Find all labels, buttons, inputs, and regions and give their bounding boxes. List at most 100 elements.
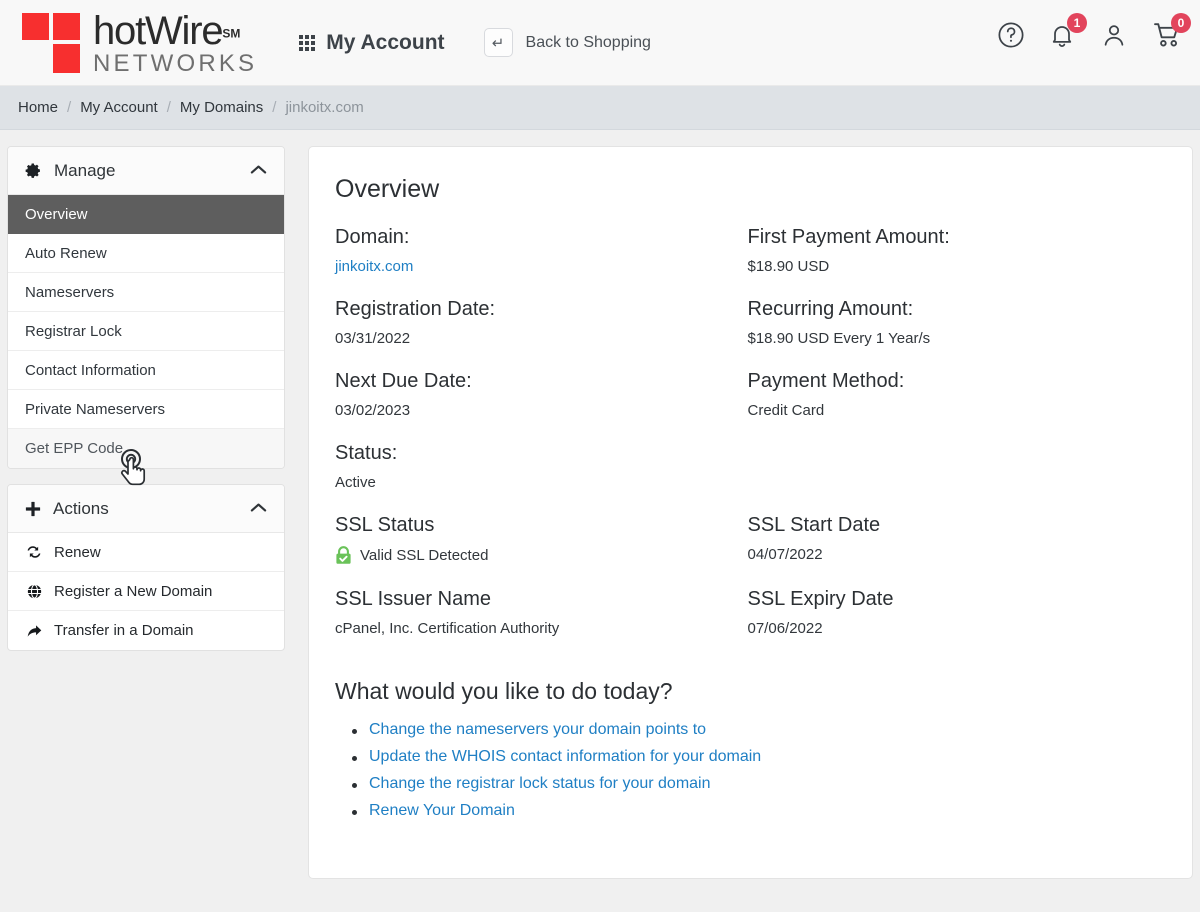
field-registration-date: Registration Date: 03/31/2022 — [335, 298, 748, 370]
field-label: Registration Date: — [335, 298, 496, 320]
chevron-up-icon[interactable] — [250, 501, 267, 516]
app-header: hotWireSM NETWORKS My Account ↵ Back to … — [0, 0, 1200, 86]
my-account-label: My Account — [326, 30, 445, 54]
sidebar-item-registrar-lock[interactable]: Registrar Lock — [8, 312, 284, 351]
sidebar-item-label: Private Nameservers — [25, 400, 166, 418]
logo-name-top: hotWire — [93, 9, 224, 53]
sidebar-item-label: Nameservers — [25, 283, 115, 301]
field-value: 03/31/2022 — [335, 330, 411, 347]
sidebar-item-overview[interactable]: Overview — [8, 195, 284, 234]
field-spacer — [748, 442, 1161, 514]
sidebar-item-private-nameservers[interactable]: Private Nameservers — [8, 390, 284, 429]
actions-panel-header[interactable]: Actions — [8, 485, 284, 533]
sidebar-item-contact-information[interactable]: Contact Information — [8, 351, 284, 390]
logo-servicemark: SM — [222, 26, 241, 41]
breadcrumb-item-current-domain: jinkoitx.com — [285, 99, 364, 116]
ssl-status-value: Valid SSL Detected — [335, 546, 748, 565]
field-label: SSL Issuer Name — [335, 588, 491, 610]
header-icon-group: 1 0 — [996, 13, 1191, 54]
today-heading: What would you like to do today? — [335, 678, 673, 704]
field-payment-method: Payment Method: Credit Card — [748, 370, 1161, 442]
logo-name-bottom: NETWORKS — [93, 50, 258, 77]
quick-link-renew-domain[interactable]: Renew Your Domain — [352, 802, 1160, 820]
field-ssl-start-date: SSL Start Date 04/07/2022 — [748, 514, 1161, 588]
breadcrumb-separator: / — [166, 99, 171, 116]
action-item-register-new-domain[interactable]: Register a New Domain — [8, 572, 284, 611]
action-item-transfer-in-domain[interactable]: Transfer in a Domain — [8, 611, 284, 650]
field-ssl-status: SSL Status Valid SSL Detected — [335, 514, 748, 588]
brand-logo[interactable]: hotWireSM NETWORKS — [22, 9, 257, 76]
user-account-icon[interactable] — [1100, 20, 1130, 54]
my-account-nav[interactable]: My Account — [299, 30, 445, 55]
field-value: 03/02/2023 — [335, 402, 411, 419]
field-value: cPanel, Inc. Certification Authority — [335, 620, 560, 637]
sidebar-item-label: Auto Renew — [25, 244, 107, 262]
field-label: Domain: — [335, 226, 410, 248]
chevron-up-icon[interactable] — [250, 163, 267, 178]
field-status: Status: Active — [335, 442, 748, 514]
breadcrumb-item-my-domains[interactable]: My Domains — [180, 99, 263, 116]
page-title: Overview — [335, 175, 440, 203]
quick-link-update-whois[interactable]: Update the WHOIS contact information for… — [352, 748, 1160, 766]
field-label: SSL Start Date — [747, 514, 881, 536]
action-item-renew[interactable]: Renew — [8, 533, 284, 572]
quick-link-change-registrar-lock[interactable]: Change the registrar lock status for you… — [352, 775, 1160, 793]
green-padlock-check-icon — [335, 546, 352, 565]
actions-panel: Actions Renew Register a New Domain Tran… — [7, 484, 285, 651]
ssl-status-text: Valid SSL Detected — [360, 547, 489, 564]
overview-fields-grid: Domain: jinkoitx.com First Payment Amoun… — [335, 226, 1160, 660]
sidebar: Manage Overview Auto Renew Nameservers R… — [7, 146, 285, 879]
field-label: SSL Status — [335, 514, 435, 536]
sidebar-item-label: Contact Information — [25, 361, 156, 379]
gear-icon — [25, 162, 42, 179]
field-domain: Domain: jinkoitx.com — [335, 226, 748, 298]
action-item-label: Transfer in a Domain — [54, 622, 194, 639]
field-value: 07/06/2022 — [747, 620, 823, 637]
field-recurring-amount: Recurring Amount: $18.90 USD Every 1 Yea… — [748, 298, 1161, 370]
sidebar-item-get-epp-code[interactable]: Get EPP Code — [8, 429, 284, 468]
breadcrumb-separator: / — [67, 99, 72, 116]
sidebar-item-label: Registrar Lock — [25, 322, 122, 340]
overview-panel: Overview Domain: jinkoitx.com First Paym… — [308, 146, 1193, 879]
globe-icon — [25, 583, 43, 600]
logo-wordmark: hotWireSM NETWORKS — [93, 9, 257, 76]
cart-badge: 0 — [1171, 13, 1191, 33]
sidebar-item-label: Overview — [25, 205, 88, 223]
field-ssl-expiry-date: SSL Expiry Date 07/06/2022 — [748, 588, 1161, 660]
field-label: Recurring Amount: — [747, 298, 914, 320]
manage-panel-header[interactable]: Manage — [8, 147, 284, 195]
notifications-badge: 1 — [1067, 13, 1087, 33]
quick-actions-list: Change the nameservers your domain point… — [335, 721, 1160, 820]
notifications-bell-icon[interactable]: 1 — [1048, 13, 1087, 54]
breadcrumb-item-home[interactable]: Home — [18, 99, 58, 116]
action-item-label: Renew — [54, 543, 101, 561]
sidebar-item-auto-renew[interactable]: Auto Renew — [8, 234, 284, 273]
back-to-shopping-label: Back to Shopping — [525, 33, 651, 51]
field-label: SSL Expiry Date — [747, 588, 894, 610]
field-value: 04/07/2022 — [747, 546, 823, 563]
field-value: $18.90 USD Every 1 Year/s — [747, 330, 931, 347]
share-arrow-icon — [25, 623, 43, 639]
field-ssl-issuer-name: SSL Issuer Name cPanel, Inc. Certificati… — [335, 588, 748, 660]
breadcrumb-item-my-account[interactable]: My Account — [80, 99, 158, 116]
manage-panel: Manage Overview Auto Renew Nameservers R… — [7, 146, 285, 469]
shopping-cart-icon[interactable]: 0 — [1152, 13, 1191, 54]
page-body: Manage Overview Auto Renew Nameservers R… — [0, 130, 1200, 879]
field-next-due-date: Next Due Date: 03/02/2023 — [335, 370, 748, 442]
field-value-domain-link[interactable]: jinkoitx.com — [335, 258, 748, 275]
plus-icon — [25, 501, 41, 517]
breadcrumb-separator: / — [272, 99, 277, 116]
field-label: Status: — [335, 442, 398, 464]
field-label: Next Due Date: — [335, 370, 472, 392]
grid-apps-icon — [299, 34, 316, 51]
back-to-shopping-button[interactable]: ↵ Back to Shopping — [483, 28, 651, 57]
quick-link-change-nameservers[interactable]: Change the nameservers your domain point… — [352, 721, 1160, 739]
manage-panel-title: Manage — [54, 160, 116, 180]
help-icon[interactable] — [996, 20, 1026, 54]
sync-icon — [25, 544, 43, 560]
breadcrumb: Home / My Account / My Domains / jinkoit… — [0, 86, 1200, 130]
logo-squares-icon — [22, 11, 84, 75]
field-label: Payment Method: — [747, 370, 905, 392]
action-item-label: Register a New Domain — [54, 582, 213, 600]
sidebar-item-nameservers[interactable]: Nameservers — [8, 273, 284, 312]
